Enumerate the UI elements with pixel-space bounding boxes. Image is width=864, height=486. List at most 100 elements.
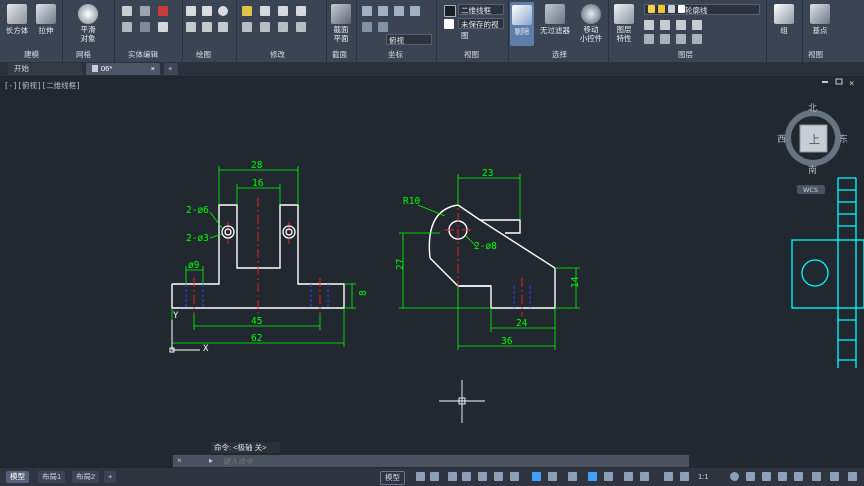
drawing-viewport[interactable]: [-][俯视][二维线框] × 上 北 南 东 西 WCS 28 16 2-ø6… — [0, 76, 864, 468]
layout-tab-layout2[interactable]: 布局2 — [72, 471, 100, 483]
layer-tool-3-icon[interactable] — [676, 20, 686, 30]
snap-icon[interactable] — [430, 472, 439, 481]
fullscreen-icon[interactable] — [830, 472, 839, 481]
compass-west[interactable]: 西 — [777, 134, 786, 145]
named-view-combo[interactable]: 未保存的视图 — [458, 18, 504, 40]
annotation-visibility-icon[interactable] — [664, 472, 673, 481]
view-combo[interactable]: 俯视 — [386, 34, 432, 45]
slice-icon[interactable] — [122, 22, 132, 32]
compass-south[interactable]: 南 — [808, 164, 817, 176]
layout-tab-model[interactable]: 模型 — [6, 471, 29, 483]
viewport-controls[interactable]: × — [822, 78, 854, 89]
arc-icon[interactable] — [218, 22, 228, 32]
3d-osnap-icon[interactable] — [588, 472, 597, 481]
no-filter-button[interactable]: 无过滤器 — [538, 4, 572, 36]
visual-style-combo[interactable]: 二维线框 — [458, 4, 504, 15]
maximize-icon[interactable] — [835, 78, 843, 85]
layer-tool-5-icon[interactable] — [644, 34, 654, 44]
stretch-icon[interactable] — [278, 22, 288, 32]
ucs-world-icon[interactable] — [378, 6, 388, 16]
command-input[interactable] — [223, 456, 683, 466]
layer-tool-7-icon[interactable] — [676, 34, 686, 44]
rotate-icon[interactable] — [260, 6, 270, 16]
object-snap-icon[interactable] — [494, 472, 503, 481]
model-space-button[interactable]: 模型 — [380, 471, 405, 485]
osnap-tracking-icon[interactable] — [510, 472, 519, 481]
minimize-icon[interactable] — [822, 81, 828, 83]
auto-scale-icon[interactable] — [680, 472, 689, 481]
layout-tab-layout1[interactable]: 布局1 — [38, 471, 66, 483]
gizmo-status-icon[interactable] — [640, 472, 649, 481]
scale-icon[interactable] — [296, 22, 306, 32]
viewport-label[interactable]: [-][俯视][二维线框] — [4, 80, 81, 90]
layout-add-button[interactable]: + — [104, 471, 117, 483]
thicken-icon[interactable] — [140, 22, 150, 32]
fillet-icon[interactable] — [260, 22, 270, 32]
drawing-canvas[interactable]: [-][俯视][二维线框] × 上 北 南 东 西 WCS 28 16 2-ø6… — [0, 76, 864, 468]
polygon-icon[interactable] — [202, 22, 212, 32]
layer-tool-4-icon[interactable] — [692, 20, 702, 30]
layer-tool-6-icon[interactable] — [660, 34, 670, 44]
viewport-close-icon[interactable]: × — [849, 79, 854, 89]
transparency-icon[interactable] — [548, 472, 557, 481]
move-icon[interactable] — [242, 6, 252, 16]
culling-button[interactable]: 剔除 — [510, 2, 534, 46]
ucs-icon[interactable] — [362, 6, 372, 16]
trim-icon[interactable] — [278, 6, 288, 16]
view-manager-icon[interactable] — [444, 19, 454, 29]
customize-icon[interactable] — [812, 472, 821, 481]
lineweight-icon[interactable] — [532, 472, 541, 481]
command-line[interactable]: × ▸ — [172, 454, 690, 468]
extrude-button[interactable]: 拉伸 — [34, 4, 58, 36]
subtract-icon[interactable] — [140, 6, 150, 16]
selection-filter-icon[interactable] — [624, 472, 633, 481]
ucs-y-icon[interactable] — [378, 22, 388, 32]
polyline-icon[interactable] — [202, 6, 212, 16]
plus-icon[interactable] — [746, 472, 755, 481]
smooth-object-button[interactable]: 平滑 对象 — [72, 4, 104, 43]
dynamic-ucs-icon[interactable] — [604, 472, 613, 481]
line-icon[interactable] — [186, 6, 196, 16]
command-close-icon[interactable]: × — [177, 455, 182, 467]
tab-drawing[interactable]: 06* × — [86, 63, 160, 75]
tab-add-button[interactable]: + — [164, 63, 178, 75]
ucs-x-icon[interactable] — [362, 22, 372, 32]
visual-style-icon[interactable] — [444, 5, 456, 17]
compass-north[interactable]: 北 — [808, 103, 817, 114]
selection-cycling-icon[interactable] — [568, 472, 577, 481]
tab-start[interactable]: 开始 — [8, 63, 82, 75]
base-point-button[interactable]: 基点 — [806, 4, 834, 36]
ucs-3point-icon[interactable] — [410, 6, 420, 16]
group-label-mesh: 网格 — [76, 50, 91, 59]
layer-tool-8-icon[interactable] — [692, 34, 702, 44]
circle-icon[interactable] — [218, 6, 228, 16]
section-plane-button[interactable]: 截面 平面 — [328, 4, 354, 43]
interfere-icon[interactable] — [158, 22, 168, 32]
layer-properties-button[interactable]: 图层 特性 — [612, 4, 636, 43]
ortho-icon[interactable] — [448, 472, 457, 481]
command-prompt-icon[interactable]: ▸ — [209, 455, 213, 467]
copy-icon[interactable] — [296, 6, 306, 16]
hardware-accel-icon[interactable] — [778, 472, 787, 481]
side-view-right: R10 23 2-ø8 27 14 24 36 — [395, 168, 581, 350]
rectangle-icon[interactable] — [186, 22, 196, 32]
gear-icon[interactable] — [730, 472, 739, 481]
box-button[interactable]: 长方体 — [4, 4, 30, 36]
annotation-scale[interactable]: 1:1 — [694, 471, 712, 483]
isodraft-icon[interactable] — [478, 472, 487, 481]
grid-icon[interactable] — [416, 472, 425, 481]
layer-tool-1-icon[interactable] — [644, 20, 654, 30]
mirror-icon[interactable] — [242, 22, 252, 32]
polar-icon[interactable] — [462, 472, 471, 481]
move-gizmo-button[interactable]: 移动 小控件 — [576, 4, 606, 43]
layer-tool-2-icon[interactable] — [660, 20, 670, 30]
ucs-origin-icon[interactable] — [394, 6, 404, 16]
group-button[interactable]: 组 — [772, 4, 796, 36]
close-icon[interactable]: × — [151, 63, 155, 75]
compass-east[interactable]: 东 — [839, 133, 848, 145]
intersect-icon[interactable] — [158, 6, 168, 16]
clean-screen-icon[interactable] — [794, 472, 803, 481]
isolate-icon[interactable] — [762, 472, 771, 481]
menu-icon[interactable] — [848, 472, 857, 481]
union-icon[interactable] — [122, 6, 132, 16]
